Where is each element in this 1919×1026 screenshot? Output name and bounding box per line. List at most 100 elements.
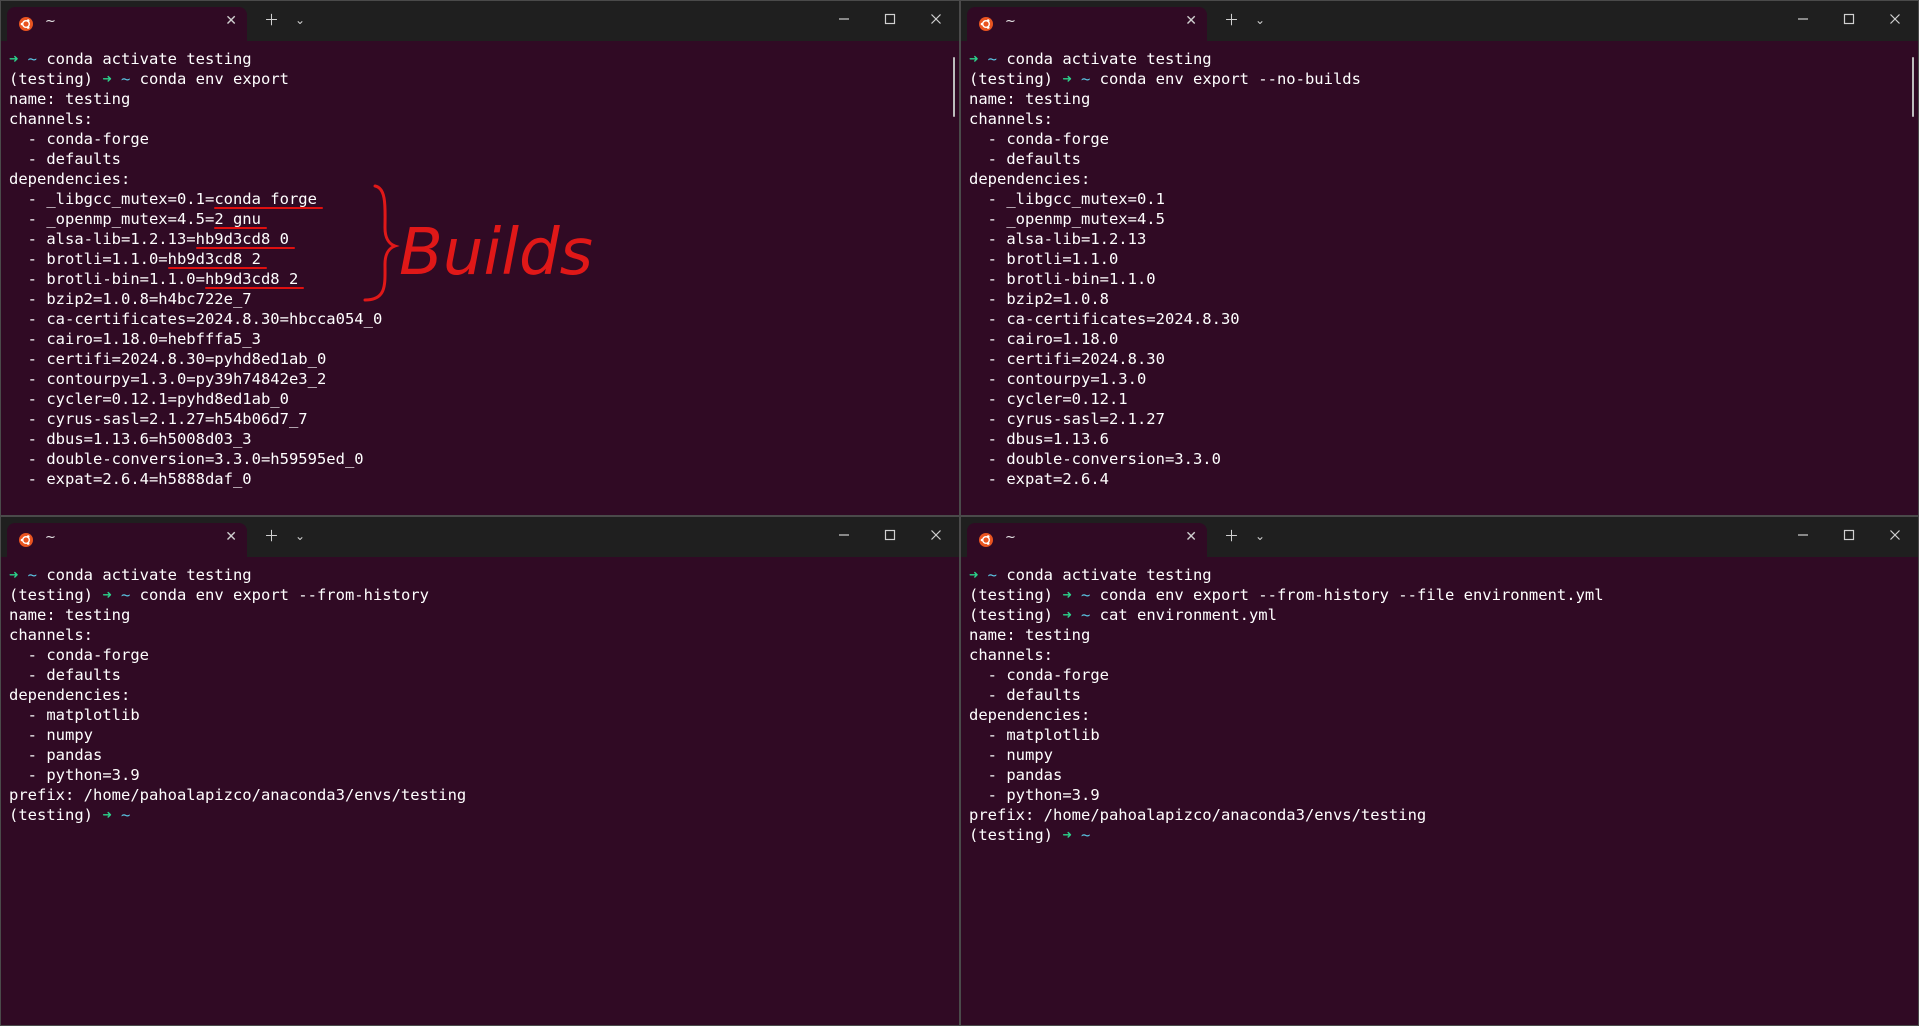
line-text: - brotli=1.1.0= [9, 250, 168, 268]
terminal-line: dependencies: [969, 169, 1910, 189]
line-text: prefix: /home/pahoalapizco/anaconda3/env… [969, 806, 1427, 824]
line-text: - ca-certificates=2024.8.30=hbcca054_0 [9, 310, 383, 328]
maximize-icon[interactable] [1841, 527, 1857, 543]
terminal-output[interactable]: ➜ ~ conda activate testing (testing) ➜ ~ … [969, 49, 1910, 515]
build-string-underlined: hb9d3cd8_2 [204, 270, 299, 288]
terminal-line: (testing) ➜ ~ conda env export --from-hi… [969, 585, 1910, 605]
terminal-line: (testing) ➜ ~ cat environment.yml [969, 605, 1910, 625]
plus-icon[interactable]: ＋ [1224, 527, 1239, 545]
terminal-line: - certifi=2024.8.30=pyhd8ed1ab_0 [9, 349, 951, 369]
close-tab-icon[interactable]: ✕ [1185, 529, 1197, 545]
line-text: - _openmp_mutex=4.5= [9, 210, 215, 228]
line-text: - dbus=1.13.6 [969, 430, 1109, 448]
line-text: conda activate testing [1006, 566, 1212, 584]
terminal-line: - double-conversion=3.3.0 [969, 449, 1910, 469]
close-icon[interactable] [1887, 11, 1903, 27]
terminal-line: ➜ ~ conda activate testing [9, 565, 951, 585]
terminal-line: ➜ ~ conda activate testing [969, 49, 1910, 69]
plus-icon[interactable]: ＋ [1224, 11, 1239, 29]
line-text: - cairo=1.18.0=hebfffa5_3 [9, 330, 261, 348]
terminal-line: (testing) ➜ ~ [9, 805, 951, 825]
line-text: name: testing [969, 626, 1091, 644]
line-text: prefix: /home/pahoalapizco/anaconda3/env… [9, 786, 467, 804]
chevron-down-icon[interactable]: ⌄ [1255, 11, 1265, 29]
line-text: dependencies: [969, 170, 1091, 188]
terminal-line: - brotli=1.1.0 [969, 249, 1910, 269]
line-text: - contourpy=1.3.0 [969, 370, 1147, 388]
title-bar[interactable]: ~ ✕ ＋ ⌄ [1, 517, 959, 557]
minimize-icon[interactable] [836, 527, 852, 543]
line-text: dependencies: [969, 706, 1091, 724]
title-bar[interactable]: ~ ✕ ＋ ⌄ [961, 1, 1918, 41]
maximize-icon[interactable] [882, 527, 898, 543]
close-tab-icon[interactable]: ✕ [225, 13, 237, 29]
terminal-tab[interactable]: ~ ✕ [967, 7, 1207, 41]
prompt-path: ~ [121, 70, 140, 88]
close-tab-icon[interactable]: ✕ [225, 529, 237, 545]
close-icon[interactable] [928, 11, 944, 27]
terminal-line: - conda-forge [969, 665, 1910, 685]
chevron-down-icon[interactable]: ⌄ [1255, 527, 1265, 545]
ubuntu-icon [979, 533, 993, 547]
close-icon[interactable] [928, 527, 944, 543]
terminal-line: - _openmp_mutex=4.5 [969, 209, 1910, 229]
title-bar[interactable]: ~ ✕ ＋ ⌄ [961, 517, 1918, 557]
terminal-line: - defaults [969, 685, 1910, 705]
terminal-line: channels: [969, 109, 1910, 129]
line-text: name: testing [9, 90, 131, 108]
line-text: cat environment.yml [1099, 606, 1277, 624]
line-text: conda env export --no-builds [1099, 70, 1361, 88]
line-text: conda env export --from-history [139, 586, 429, 604]
terminal-output[interactable]: ➜ ~ conda activate testing (testing) ➜ ~ … [9, 565, 951, 1025]
terminal-tab[interactable]: ~ ✕ [967, 523, 1207, 557]
terminal-line: - pandas [9, 745, 951, 765]
terminal-output[interactable]: ➜ ~ conda activate testing (testing) ➜ ~ … [969, 565, 1910, 1025]
line-text: - cycler=0.12.1 [969, 390, 1128, 408]
line-text: - conda-forge [9, 646, 149, 664]
line-text: - bzip2=1.0.8=h4bc722e_7 [9, 290, 252, 308]
line-text: - cyrus-sasl=2.1.27 [969, 410, 1165, 428]
plus-icon[interactable]: ＋ [264, 527, 279, 545]
line-text: - bzip2=1.0.8 [969, 290, 1109, 308]
terminal-line: - defaults [9, 665, 951, 685]
plus-icon[interactable]: ＋ [264, 11, 279, 29]
terminal-line: dependencies: [969, 705, 1910, 725]
terminal-line: - cycler=0.12.1=pyhd8ed1ab_0 [9, 389, 951, 409]
line-text: - brotli=1.1.0 [969, 250, 1119, 268]
maximize-icon[interactable] [882, 11, 898, 27]
close-tab-icon[interactable]: ✕ [1185, 13, 1197, 29]
chevron-down-icon[interactable]: ⌄ [295, 11, 305, 29]
prompt-arrow: ➜ [969, 50, 988, 68]
ubuntu-icon [19, 533, 33, 547]
terminal-line: - defaults [969, 149, 1910, 169]
line-text: - expat=2.6.4 [969, 470, 1109, 488]
scrollbar[interactable] [953, 57, 955, 117]
line-text: channels: [969, 110, 1053, 128]
terminal-tab[interactable]: ~ ✕ [7, 7, 247, 41]
prompt-path: ~ [121, 586, 140, 604]
close-icon[interactable] [1887, 527, 1903, 543]
line-text: - _libgcc_mutex=0.1 [969, 190, 1165, 208]
maximize-icon[interactable] [1841, 11, 1857, 27]
line-text: - certifi=2024.8.30=pyhd8ed1ab_0 [9, 350, 327, 368]
line-text: - dbus=1.13.6=h5008d03_3 [9, 430, 252, 448]
title-bar[interactable]: ~ ✕ ＋ ⌄ [1, 1, 959, 41]
line-text: - double-conversion=3.3.0=h59595ed_0 [9, 450, 364, 468]
terminal-line: name: testing [969, 89, 1910, 109]
terminal-line: - cairo=1.18.0 [969, 329, 1910, 349]
terminal-line: - numpy [969, 745, 1910, 765]
minimize-icon[interactable] [1795, 11, 1811, 27]
scrollbar[interactable] [1912, 57, 1914, 117]
build-string-underlined: hb9d3cd8_0 [195, 230, 289, 248]
terminal-line: (testing) ➜ ~ conda env export --from-hi… [9, 585, 951, 605]
terminal-window-bottom-right: ~ ✕ ＋ ⌄ ➜ ~ conda activate testing (testi… [960, 516, 1919, 1026]
minimize-icon[interactable] [836, 11, 852, 27]
build-string-underlined: conda_forge [214, 190, 317, 208]
line-text: - _libgcc_mutex=0.1= [9, 190, 215, 208]
line-text: (testing) [9, 70, 103, 88]
minimize-icon[interactable] [1795, 527, 1811, 543]
terminal-line: - alsa-lib=1.2.13 [969, 229, 1910, 249]
chevron-down-icon[interactable]: ⌄ [295, 527, 305, 545]
terminal-tab[interactable]: ~ ✕ [7, 523, 247, 557]
line-text: (testing) [9, 806, 103, 824]
